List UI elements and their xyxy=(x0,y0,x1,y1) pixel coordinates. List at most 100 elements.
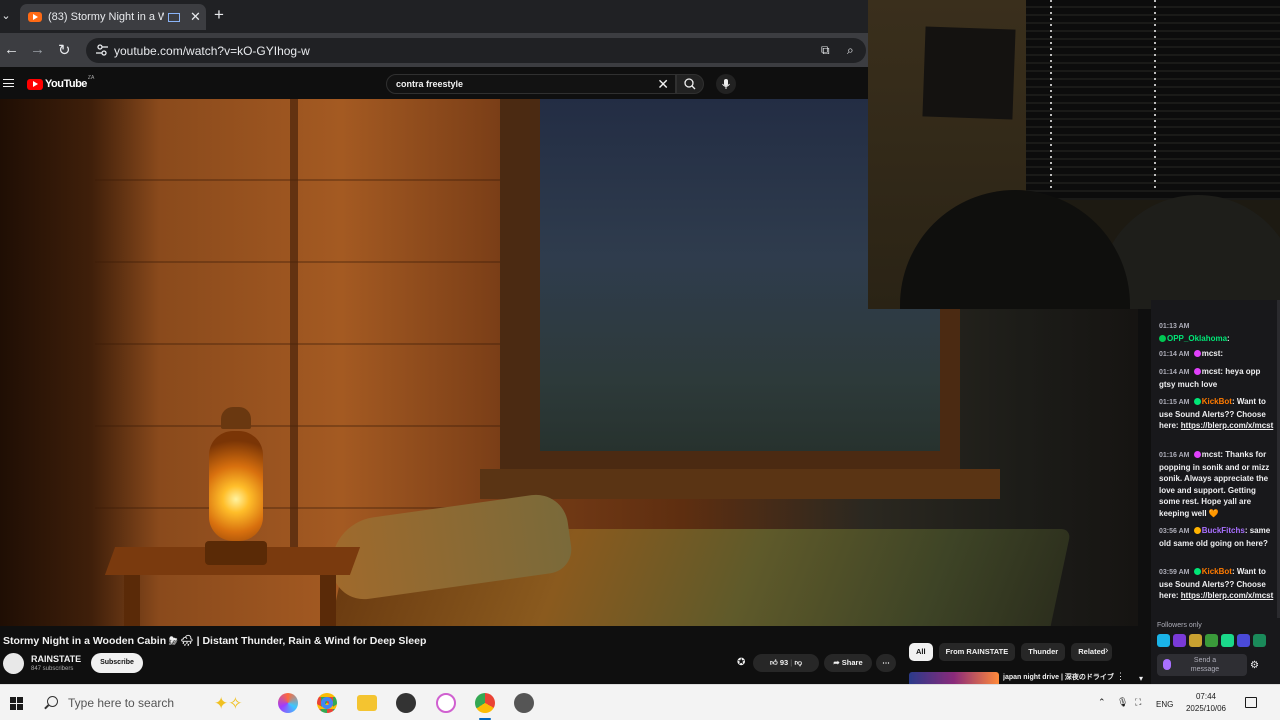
app-icon[interactable] xyxy=(514,693,534,713)
chat-badge-icon xyxy=(1159,334,1166,342)
subscriber-count: 847 subscribers xyxy=(31,666,74,672)
chat-badge-icon xyxy=(1193,568,1201,575)
language-indicator[interactable]: ENG xyxy=(1156,700,1173,709)
logo-text: YouTube xyxy=(45,78,87,90)
like-count[interactable]: 93 xyxy=(780,658,788,667)
tab-list-icon[interactable]: ⌄ xyxy=(0,6,12,26)
search-input[interactable]: contra freestyle ✕ xyxy=(386,74,676,94)
copilot-icon[interactable] xyxy=(278,693,298,713)
forward-icon[interactable]: → xyxy=(30,41,45,58)
chip-thunder[interactable]: Thunder xyxy=(1021,643,1066,661)
more-icon[interactable]: ⋯ xyxy=(876,654,896,672)
chevron-down-icon[interactable]: ▾ xyxy=(1139,674,1143,683)
reload-icon[interactable]: ↻ xyxy=(58,41,71,59)
chat-timestamp: 01:16 AM xyxy=(1159,452,1190,459)
chat-username[interactable]: KickBot xyxy=(1202,567,1232,576)
youtube-header: YouTube ZA contra freestyle ✕ xyxy=(0,67,868,99)
dislike-icon[interactable]: 👎︎ xyxy=(794,658,802,667)
chat-username[interactable]: OPP_Oklahoma xyxy=(1167,334,1227,343)
youtube-favicon xyxy=(28,12,42,22)
chat-timestamp: 03:56 AM xyxy=(1159,528,1190,535)
url-text: youtube.com/watch?v=kO-GYIhog-w xyxy=(114,44,310,58)
close-icon[interactable]: ✕ xyxy=(190,9,201,25)
emote-icon[interactable] xyxy=(1253,634,1266,647)
clock-time: 07:44 xyxy=(1195,692,1217,701)
chrome-active-icon[interactable] xyxy=(475,693,495,720)
chat-badge-icon xyxy=(1193,527,1201,534)
site-info-icon[interactable] xyxy=(96,43,108,57)
emote-icon[interactable] xyxy=(1205,634,1218,647)
search-button[interactable] xyxy=(676,74,704,94)
browser-tabstrip: ⌄ (83) Stormy Night in a Wooden Cabin ✕ … xyxy=(0,0,868,33)
video-scene-table-leg xyxy=(320,575,336,626)
zoom-icon[interactable]: ⌕ xyxy=(847,43,854,58)
mic-icon xyxy=(722,79,730,89)
tray-expand-icon[interactable]: ⌃ xyxy=(1098,697,1106,708)
like-icon[interactable]: 👍︎ xyxy=(770,658,778,667)
chat-username[interactable]: KickBot xyxy=(1202,397,1232,406)
webcam-blind-cord xyxy=(1154,0,1156,190)
chat-text: : xyxy=(1220,349,1224,358)
chat-message-input[interactable]: Send a message xyxy=(1157,654,1247,676)
obs-icon[interactable] xyxy=(396,693,416,713)
video-scene-lantern xyxy=(203,407,269,567)
search-icon[interactable] xyxy=(47,696,58,707)
chat-input-placeholder: Send a message xyxy=(1190,657,1220,673)
chat-timestamp: 03:59 AM xyxy=(1159,569,1190,576)
share-label: Share xyxy=(841,658,863,667)
new-tab-icon[interactable]: + xyxy=(214,5,224,25)
video-scene-sill xyxy=(480,469,1000,499)
video-scene-table-leg xyxy=(124,575,140,626)
windows-start-icon[interactable] xyxy=(10,697,23,710)
clear-search-icon[interactable]: ✕ xyxy=(657,76,669,93)
recommendation-menu-icon[interactable]: ⋮ xyxy=(1116,671,1125,682)
emote-icon[interactable] xyxy=(1157,634,1170,647)
mic-icon[interactable] xyxy=(1163,659,1171,670)
chat-badge-icon xyxy=(1193,350,1201,357)
emote-icon[interactable] xyxy=(1173,634,1186,647)
chip-from-channel[interactable]: From RAINSTATE xyxy=(938,643,1016,661)
avatar[interactable] xyxy=(3,653,24,674)
emote-icon[interactable] xyxy=(1189,634,1202,647)
notification-icon[interactable] xyxy=(1245,697,1257,708)
voice-search-button[interactable] xyxy=(716,74,736,94)
chat-username[interactable]: mcst xyxy=(1202,367,1221,376)
webcam-blinds xyxy=(1026,0,1280,200)
recommendation-thumbnail[interactable] xyxy=(909,672,999,684)
clock[interactable]: 07:44 2025/10/06 xyxy=(1184,691,1228,715)
youtube-logo[interactable]: YouTube ZA xyxy=(27,75,95,90)
network-icon[interactable]: ⛶ xyxy=(1135,697,1141,708)
country-code: ZA xyxy=(87,75,95,81)
thanks-icon[interactable]: ✪ xyxy=(737,657,745,668)
chat-settings-icon[interactable]: ⚙ xyxy=(1250,660,1259,671)
emote-icon[interactable] xyxy=(1221,634,1234,647)
sparkle-icon[interactable]: ✦✧ xyxy=(214,694,243,714)
chat-username[interactable]: mcst xyxy=(1202,349,1221,358)
chat-link[interactable]: https://blerp.com/x/mcst xyxy=(1181,421,1273,430)
browser-tab[interactable]: (83) Stormy Night in a Wooden Cabin ✕ xyxy=(20,4,206,30)
channel-name[interactable]: RAINSTATE xyxy=(31,654,81,664)
chat-message: 03:59 AM KickBot: Want to use Sound Aler… xyxy=(1159,566,1277,602)
lantern-glass xyxy=(209,431,263,541)
webcam-blind-cord xyxy=(1050,0,1052,190)
chip-all[interactable]: All xyxy=(909,643,933,661)
chat-message: 01:14 AM mcst: xyxy=(1159,348,1277,361)
file-explorer-icon[interactable] xyxy=(357,695,377,711)
chat-link[interactable]: https://blerp.com/x/mcst xyxy=(1181,591,1273,600)
mic-tray-icon[interactable]: 🎙︎ xyxy=(1117,697,1128,708)
taskbar-search[interactable]: Type here to search xyxy=(68,696,174,710)
hamburger-icon[interactable] xyxy=(3,79,14,87)
address-bar[interactable]: youtube.com/watch?v=kO-GYIhog-w ⧉ ⌕ xyxy=(86,38,866,63)
cast-icon[interactable]: ⧉ xyxy=(821,43,830,58)
chevron-right-icon[interactable]: › xyxy=(1105,645,1108,656)
back-icon[interactable]: ← xyxy=(4,41,19,58)
snipping-tool-icon[interactable] xyxy=(436,693,456,713)
recommendation-title[interactable]: japan night drive | 深夜のドライブ xyxy=(1003,672,1115,682)
share-button[interactable]: ➦ Share xyxy=(824,654,872,672)
emote-icon[interactable] xyxy=(1237,634,1250,647)
subscribe-button[interactable]: Subscribe xyxy=(91,653,143,673)
chat-username[interactable]: BuckFitchs xyxy=(1202,526,1245,535)
media-playing-icon[interactable] xyxy=(168,12,180,22)
chat-username[interactable]: mcst xyxy=(1202,450,1221,459)
chrome-icon[interactable] xyxy=(317,693,337,713)
